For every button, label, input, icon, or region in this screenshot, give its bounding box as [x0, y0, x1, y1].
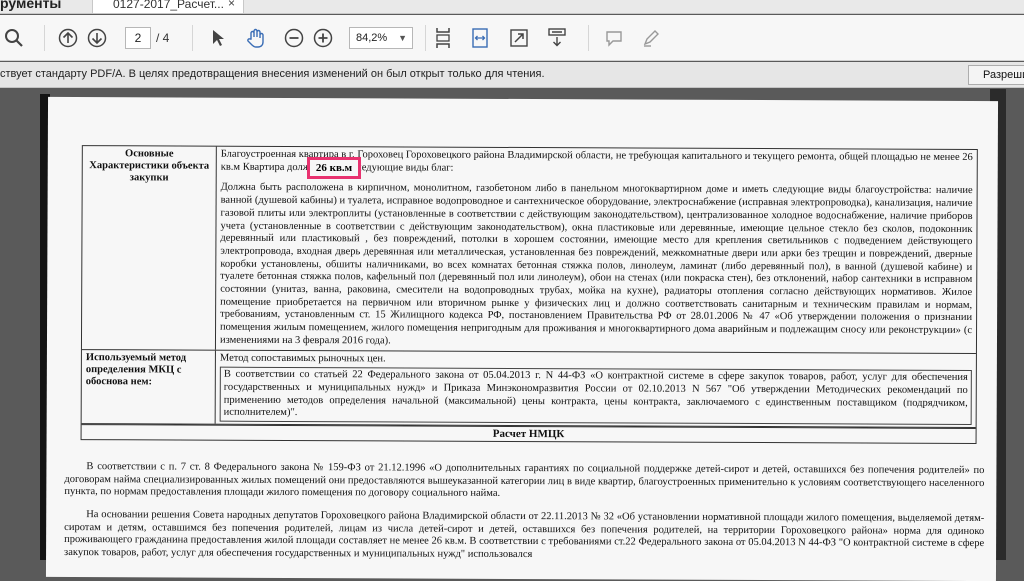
table-row: Основные Характеристики объекта закупки …: [81, 146, 977, 354]
chevron-down-icon: ▼: [398, 33, 407, 43]
zoom-in-icon[interactable]: [312, 26, 334, 50]
previous-page-icon[interactable]: [57, 26, 79, 50]
toolbar-divider: [192, 25, 193, 51]
comment-icon[interactable]: [603, 26, 625, 50]
table-row-label: Используемый метод определения МКЦ с обо…: [81, 349, 216, 424]
paragraph: В соответствии с п. 7 ст. 8 Федерального…: [64, 461, 985, 500]
toolbar: 2 / 4 84,2% ▼: [0, 15, 1024, 61]
select-cursor-icon[interactable]: [207, 26, 229, 50]
table-row-label: Основные Характеристики объекта закупки: [81, 146, 217, 350]
paragraph: Должна быть расположена в кирпичном, мон…: [219, 182, 973, 347]
document-page: Основные Характеристики объекта закупки …: [45, 96, 999, 581]
zoom-level-value: 84,2%: [356, 32, 388, 44]
search-icon[interactable]: [2, 26, 26, 50]
toolbar-divider: [588, 25, 589, 51]
fit-width-icon[interactable]: [469, 26, 491, 50]
page-total: / 4: [156, 31, 170, 45]
next-page-icon[interactable]: [86, 26, 108, 50]
table-row: Используемый метод определения МКЦ с обо…: [81, 349, 976, 429]
enable-editing-button[interactable]: Разреши: [968, 65, 1024, 85]
close-tab-icon[interactable]: ×: [228, 0, 235, 9]
paragraph: На основании решения Совета народных деп…: [64, 509, 985, 560]
zoom-level-select[interactable]: 84,2% ▼: [349, 27, 413, 49]
procurement-table: Основные Характеристики объекта закупки …: [80, 145, 978, 445]
tab-document-label: 0127-2017_Расчет...: [113, 0, 224, 11]
toolbar-divider: [425, 25, 426, 51]
read-only-notice-bar: ствует стандарту PDF/A. В целях предотвр…: [0, 62, 1024, 88]
paragraph: Метод сопоставимых рыночных цен.: [219, 352, 386, 364]
toolbar-divider: [44, 25, 45, 51]
highlight-pen-icon[interactable]: [640, 26, 662, 50]
fit-page-icon[interactable]: [432, 26, 454, 50]
highlight-annotation: 26 кв.м: [307, 157, 361, 179]
table-row-content: Метод сопоставимых рыночных цен. В соотв…: [216, 350, 976, 427]
tab-bar: рументы 0127-2017_Расчет... ×: [0, 0, 1024, 14]
read-mode-icon[interactable]: [546, 26, 568, 50]
fullscreen-icon[interactable]: [508, 26, 530, 50]
paragraph: В соответствии со статьей 22 Федеральног…: [219, 366, 972, 426]
tab-tools[interactable]: рументы: [0, 0, 61, 11]
zoom-out-icon[interactable]: [283, 26, 305, 50]
hand-tool-icon[interactable]: [244, 26, 268, 50]
page-number-input[interactable]: 2: [125, 27, 151, 49]
tab-document[interactable]: 0127-2017_Расчет... ×: [92, 0, 244, 14]
read-only-notice-text: ствует стандарту PDF/A. В целях предотвр…: [0, 68, 545, 80]
section-title: Расчет НМЦК: [81, 424, 976, 444]
document-viewer[interactable]: Основные Характеристики объекта закупки …: [0, 89, 1024, 581]
